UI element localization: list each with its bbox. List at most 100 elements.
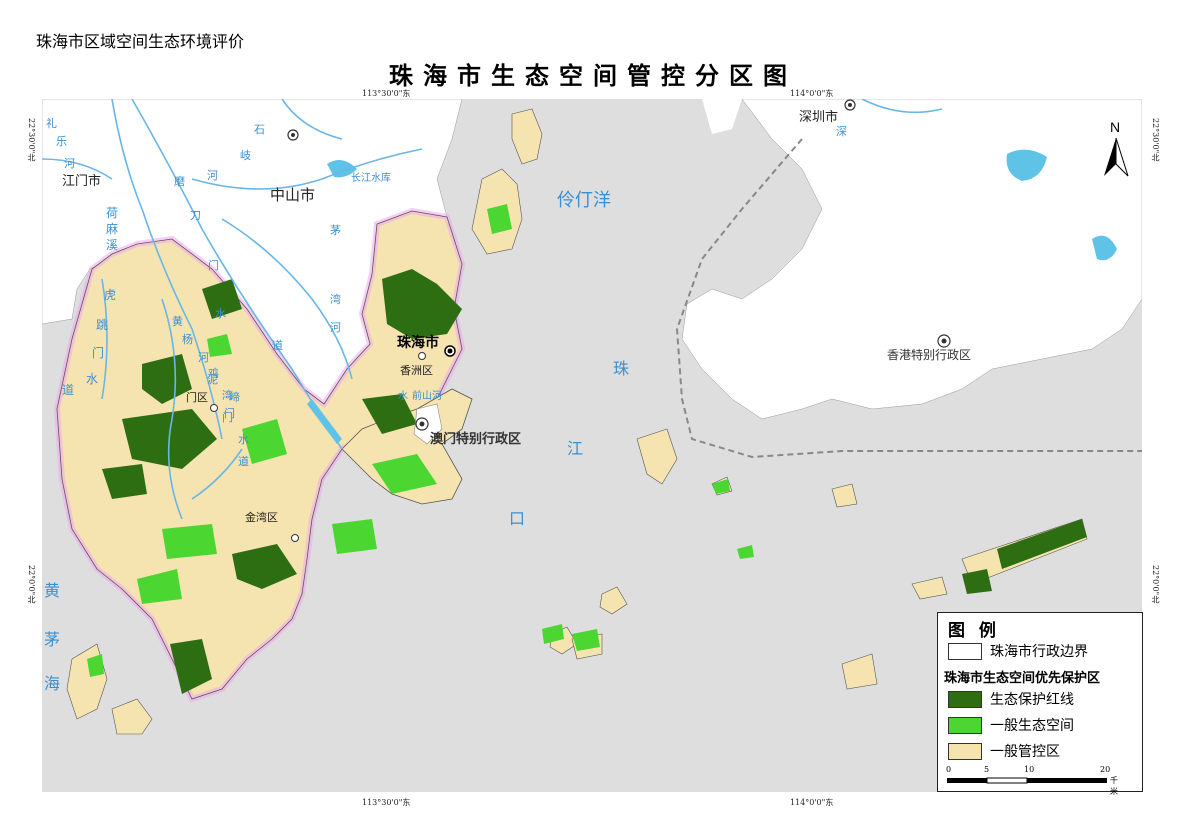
label-lingdingyang: 伶仃洋	[557, 190, 611, 210]
label-river: 河	[64, 157, 75, 170]
label-river: 杨	[182, 332, 193, 346]
legend-label-general-eco: 一般生态空间	[990, 718, 1074, 734]
coord-right-upper: 22°30'0"北	[1151, 118, 1160, 162]
district-marker	[210, 404, 218, 412]
label-river: 岐	[240, 149, 251, 162]
scale-tick-10: 10	[1024, 765, 1035, 774]
label-river: 刀	[190, 210, 201, 222]
north-label: N	[1110, 119, 1120, 135]
label-jiangmen: 江门市	[62, 173, 101, 188]
label-river: 溪	[106, 238, 118, 252]
coord-left-upper: 22°30'0"北	[27, 118, 36, 162]
label-river: 虎	[104, 288, 116, 302]
hongkong-marker-dot	[941, 338, 947, 344]
legend-boundary-row: 珠海市行政边界	[948, 641, 1088, 661]
coord-top-right: 114°0'0"东	[790, 89, 834, 98]
scale-segment	[986, 777, 1028, 784]
legend-boundary-label: 珠海市行政边界	[990, 644, 1088, 660]
eco-patch	[332, 519, 377, 554]
label-river: 门	[92, 345, 104, 360]
label-river: 黄	[172, 314, 183, 328]
label-river: 礼	[46, 116, 57, 130]
label-qianshanhe: 前山河	[412, 389, 442, 402]
label-river: 道	[238, 454, 249, 468]
label-zhuhai: 珠海市	[397, 334, 439, 350]
label-xiangzhou: 香洲区	[400, 364, 433, 377]
label-river: 啼	[229, 391, 240, 404]
label-river: 道	[272, 338, 283, 352]
label-river: 河	[198, 351, 209, 364]
map-title: 珠海市生态空间管控分区图	[389, 61, 797, 90]
coord-top-left: 113°30'0"东	[362, 89, 411, 98]
legend-swatch-general-control	[948, 742, 982, 760]
city-marker-dot	[291, 133, 295, 137]
document-caption: 珠海市区域空间生态环境评价	[36, 32, 245, 51]
north-arrow-icon: N	[1104, 119, 1129, 177]
legend-item: 一般管控区	[948, 741, 1060, 761]
label-river: 茅	[330, 224, 341, 237]
coord-right-lower: 22°0'0"北	[1151, 565, 1160, 604]
scale-segment	[947, 778, 987, 783]
scale-bar-graphic	[947, 777, 1107, 784]
label-changjiang: 长江水库	[351, 171, 391, 184]
label-river: 水	[238, 433, 249, 446]
label-river: 门	[208, 258, 219, 272]
north-arrow: N	[1101, 118, 1131, 182]
scale-tick-5: 5	[984, 765, 990, 774]
label-doumen: 门区	[186, 390, 208, 404]
label-river: 湾	[330, 292, 341, 306]
scale-tick-20: 20	[1100, 765, 1111, 774]
label-river: 跳	[96, 318, 108, 332]
legend-boundary-swatch	[948, 642, 982, 660]
label-zhujiangkou-3: 口	[509, 511, 525, 528]
legend-title: 图 例	[948, 621, 1000, 641]
district-marker	[418, 352, 426, 360]
label-river: 鸡	[208, 366, 219, 380]
legend-swatch-general-eco	[948, 716, 982, 734]
label-huangmaohai-1: 黄	[44, 582, 60, 600]
coord-left-lower: 22°0'0"北	[27, 565, 36, 604]
label-shenzhen: 深圳市	[799, 109, 838, 124]
label-jinwan: 金湾区	[245, 510, 278, 524]
eco-patch	[162, 524, 217, 559]
label-river: 水	[215, 307, 226, 320]
district-marker	[291, 534, 299, 542]
label-river: 水	[398, 390, 408, 402]
label-river: 道	[62, 383, 74, 397]
coord-bottom-right: 114°0'0"东	[790, 798, 834, 807]
label-huangmaohai-2: 茅	[44, 631, 60, 649]
label-shenzhen-river: 深	[836, 125, 847, 138]
label-river: 门	[222, 410, 233, 424]
macau-marker-dot	[419, 421, 425, 427]
scale-bar: 0 5 10 20 千米	[946, 765, 1118, 796]
scale-unit: 千米	[1110, 776, 1118, 796]
label-river: 河	[207, 169, 218, 182]
label-river: 河	[330, 321, 341, 334]
north-arrow-left	[1104, 138, 1116, 176]
label-river: 乐	[56, 135, 67, 148]
label-river: 荷	[106, 206, 118, 220]
map-legend: 图 例 珠海市行政边界 珠海市生态空间优先保护区 生态保护红线 一般生态空间 一…	[937, 612, 1143, 796]
scale-segment	[1027, 778, 1107, 783]
north-arrow-right	[1115, 137, 1129, 177]
zhuhai-city-marker-dot	[447, 348, 453, 354]
coord-bottom-left: 113°30'0"东	[362, 798, 411, 807]
legend-item: 生态保护红线	[948, 689, 1074, 709]
legend-subtitle: 珠海市生态空间优先保护区	[944, 671, 1101, 686]
label-river: 麻	[106, 221, 118, 236]
label-river: 水	[86, 372, 98, 386]
legend-label-red-line: 生态保护红线	[990, 692, 1074, 708]
label-hongkong: 香港特别行政区	[887, 347, 971, 362]
label-zhujiangkou-2: 江	[567, 440, 583, 458]
city-marker-dot	[848, 103, 852, 107]
label-zhongshan: 中山市	[270, 187, 315, 204]
scale-tick-0: 0	[946, 765, 952, 774]
label-huangmaohai-3: 海	[44, 675, 60, 693]
legend-label-general-control: 一般管控区	[990, 744, 1060, 760]
legend-swatch-red-line	[948, 690, 982, 708]
legend-item: 一般生态空间	[948, 715, 1074, 735]
label-river: 石	[254, 124, 265, 136]
label-macau: 澳门特别行政区	[430, 431, 521, 446]
label-river: 磨	[174, 175, 185, 188]
label-zhujiangkou-1: 珠	[613, 360, 629, 378]
